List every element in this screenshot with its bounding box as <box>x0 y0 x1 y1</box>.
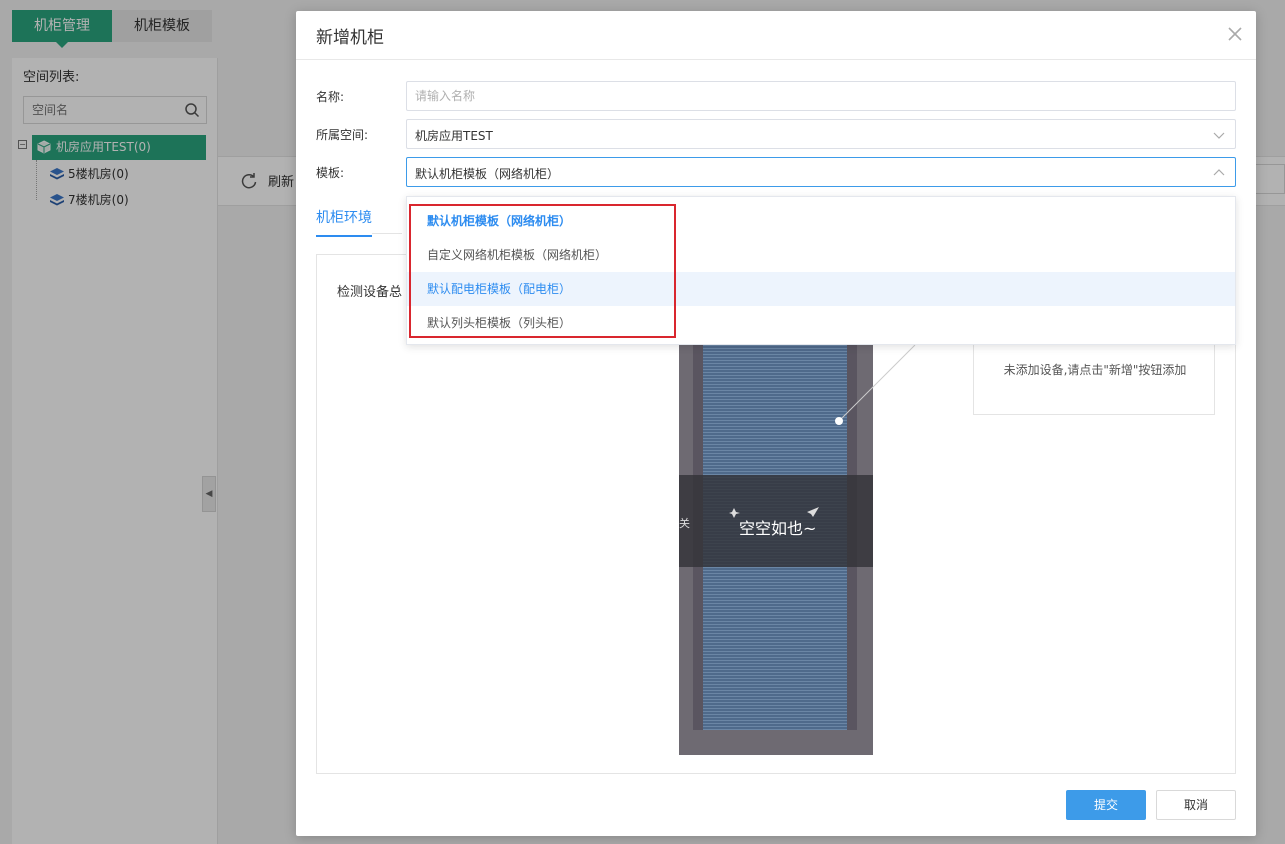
name-input[interactable] <box>407 82 1187 110</box>
name-field <box>406 81 1236 111</box>
dropdown-option-default-header[interactable]: 默认列头柜模板（列头柜） <box>407 306 1235 340</box>
space-row: 所属空间: 机房应用TEST <box>316 119 1236 149</box>
close-icon[interactable] <box>1226 25 1244 43</box>
name-row: 名称: <box>316 81 1236 111</box>
name-label: 名称: <box>316 90 345 104</box>
empty-state-text: 空空如也~ <box>739 519 817 538</box>
submit-button[interactable]: 提交 <box>1066 790 1146 820</box>
template-label: 模板: <box>316 166 345 180</box>
template-select[interactable]: 默认机柜模板（网络机柜） <box>406 157 1236 187</box>
dropdown-option-custom-network[interactable]: 自定义网络机柜模板（网络机柜） <box>407 238 1235 272</box>
connector-line <box>835 344 916 425</box>
template-row: 模板: 默认机柜模板（网络机柜） <box>316 157 1236 187</box>
chevron-down-icon <box>1213 132 1225 139</box>
space-select[interactable]: 机房应用TEST <box>406 119 1236 149</box>
monitor-total-label: 检测设备总 <box>337 285 403 300</box>
space-select-value: 机房应用TEST <box>415 129 493 143</box>
empty-state: 关 空空如也~ <box>679 475 873 567</box>
space-label: 所属空间: <box>316 128 369 142</box>
tab-cabinet-environment[interactable]: 机柜环境 <box>316 207 372 237</box>
device-info-box: 未添加设备,请点击"新增"按钮添加 <box>973 333 1215 415</box>
cancel-button[interactable]: 取消 <box>1156 790 1236 820</box>
template-select-value: 默认机柜模板（网络机柜） <box>415 167 560 181</box>
dialog-title: 新增机柜 <box>316 28 384 48</box>
side-tab[interactable]: 关 <box>679 515 693 531</box>
dropdown-option-default-power[interactable]: 默认配电柜模板（配电柜） <box>407 272 1235 306</box>
add-cabinet-dialog: 新增机柜 名称: 所属空间: 机房应用TEST 模板: 默认机柜模板（网络机柜）… <box>296 11 1256 836</box>
tab-divider <box>372 233 402 234</box>
dialog-header: 新增机柜 <box>296 11 1256 60</box>
chevron-up-icon <box>1213 169 1225 176</box>
dropdown-option-default-network[interactable]: 默认机柜模板（网络机柜） <box>407 204 1235 238</box>
no-device-hint: 未添加设备,请点击"新增"按钮添加 <box>1003 363 1187 377</box>
template-dropdown: 默认机柜模板（网络机柜） 自定义网络机柜模板（网络机柜） 默认配电柜模板（配电柜… <box>406 196 1236 345</box>
